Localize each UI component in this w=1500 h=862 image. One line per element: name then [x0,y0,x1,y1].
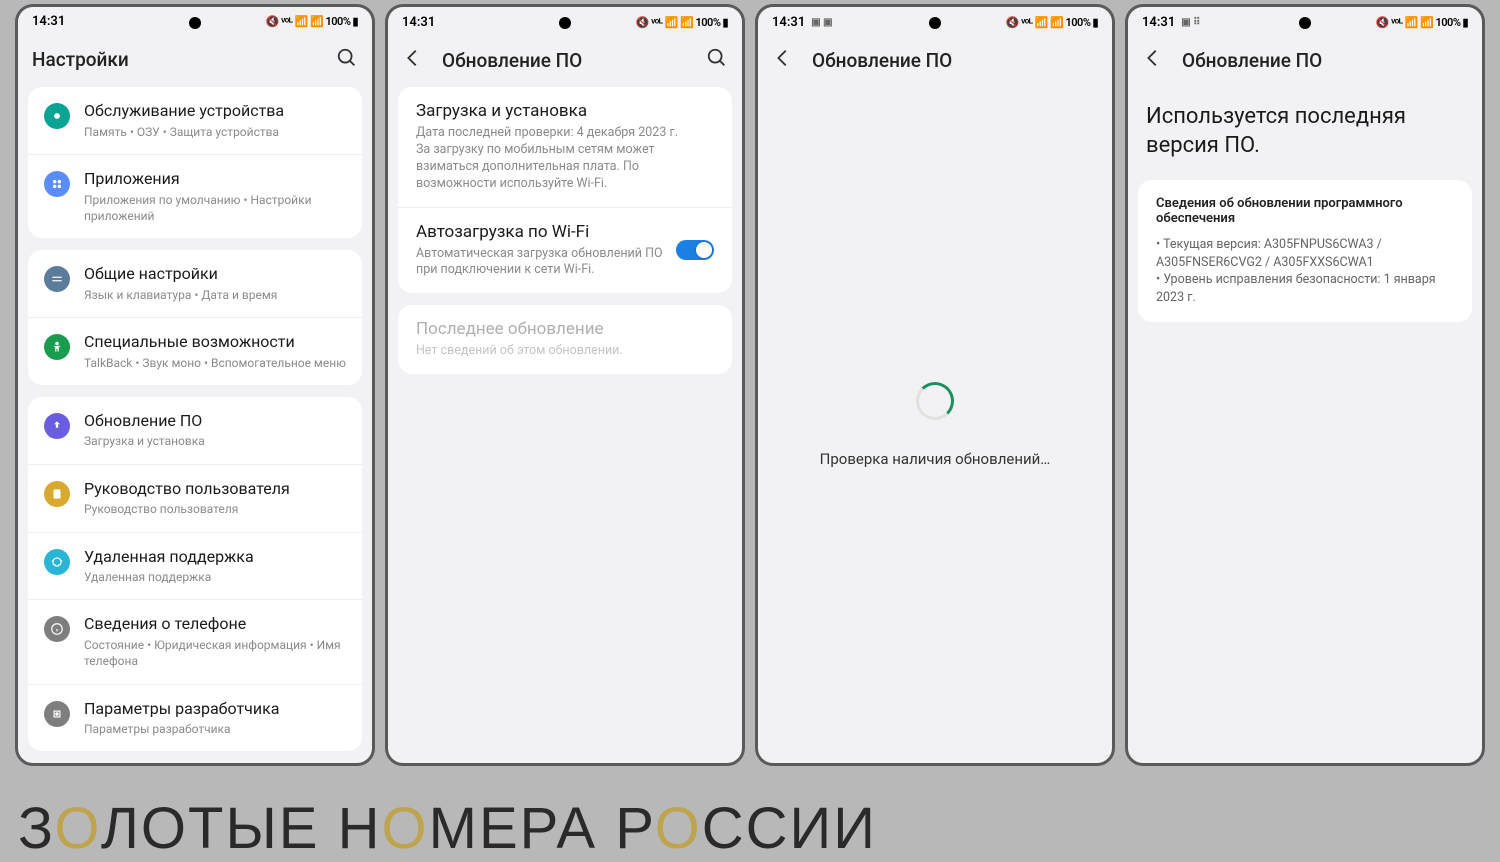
apps-icon [44,171,70,197]
status-time: 14:31 [1142,15,1175,30]
page-title: Обновление ПО [1182,49,1468,72]
dev-icon [44,701,70,727]
about-icon [44,616,70,642]
loading-area: Проверка наличия обновлений… [758,87,1112,763]
update-card-2: Последнее обновление Нет сведений об это… [398,305,732,374]
loading-text: Проверка наличия обновлений… [820,450,1051,468]
back-icon[interactable] [402,47,424,73]
watermark-text: ЗОЛОТЫЕ НОМЕРА РОССИИ [18,795,877,862]
status-bar: 14:31 🔇 ᵛᵒᴸ 📶 📶 100%▮ [18,7,372,37]
settings-about-phone[interactable]: Сведения о телефонеСостояние • Юридическ… [28,599,362,683]
wifi-toggle[interactable] [676,240,714,260]
spinner-icon [916,382,954,420]
status-indicators: 🔇 ᵛᵒᴸ 📶 📶 100%▮ [1376,16,1468,29]
manual-icon [44,481,70,507]
status-indicators: 🔇 ᵛᵒᴸ 📶 📶 100%▮ [1006,16,1098,29]
general-icon [44,266,70,292]
notif-icon: ▣ ⠿ [1181,17,1200,28]
settings-device-care[interactable]: Обслуживание устройстваПамять • ОЗУ • За… [28,87,362,154]
settings-accessibility[interactable]: Специальные возможностиTalkBack • Звук м… [28,317,362,385]
status-indicators: 🔇 ᵛᵒᴸ 📶 📶 100%▮ [636,16,728,29]
settings-software-update[interactable]: Обновление ПОЗагрузка и установка [28,397,362,464]
device-care-icon [44,103,70,129]
headline: Используется последняя версия ПО. [1128,87,1482,180]
header: Настройки [18,37,372,87]
status-time: 14:31 [402,15,435,30]
page-title: Обновление ПО [442,49,688,72]
support-icon [44,549,70,575]
header: Обновление ПО [388,37,742,87]
status-indicators: 🔇 ᵛᵒᴸ 📶 📶 100%▮ [266,15,358,28]
back-icon[interactable] [1142,47,1164,73]
status-bar: 14:31 🔇 ᵛᵒᴸ 📶 📶 100%▮ [388,7,742,37]
notif-icon: ▣ ▣ [811,17,832,28]
status-time: 14:31 [32,14,65,29]
page-title: Обновление ПО [812,49,1098,72]
update-icon [44,413,70,439]
settings-remote-support[interactable]: Удаленная поддержкаУдаленная поддержка [28,532,362,600]
back-icon[interactable] [772,47,794,73]
last-update: Последнее обновление Нет сведений об это… [398,305,732,374]
phone-update-checking: 14:31 ▣ ▣ 🔇 ᵛᵒᴸ 📶 📶 100%▮ Обновление ПО … [755,4,1115,766]
header: Обновление ПО [758,37,1112,87]
settings-developer-options[interactable]: Параметры разработчикаПараметры разработ… [28,684,362,751]
accessibility-icon [44,334,70,360]
info-title: Сведения об обновлении программного обес… [1156,196,1454,226]
search-icon[interactable] [336,47,358,73]
header: Обновление ПО [1128,37,1482,87]
settings-group-2: Общие настройкиЯзык и клавиатура • Дата … [28,250,362,385]
security-patch: • Уровень исправления безопасности: 1 ян… [1156,271,1454,306]
settings-general[interactable]: Общие настройкиЯзык и клавиатура • Дата … [28,250,362,317]
download-install[interactable]: Загрузка и установка Дата последней пров… [398,87,732,207]
phone-update-menu: 14:31 🔇 ᵛᵒᴸ 📶 📶 100%▮ Обновление ПО Загр… [385,4,745,766]
settings-group-3: Обновление ПОЗагрузка и установка Руково… [28,397,362,751]
settings-group-1: Обслуживание устройстваПамять • ОЗУ • За… [28,87,362,238]
auto-wifi-download[interactable]: Автозагрузка по Wi-Fi Автоматическая заг… [398,207,732,294]
software-info-card: Сведения об обновлении программного обес… [1138,180,1472,322]
status-time: 14:31 [772,15,805,30]
status-bar: 14:31 ▣ ⠿ 🔇 ᵛᵒᴸ 📶 📶 100%▮ [1128,7,1482,37]
status-bar: 14:31 ▣ ▣ 🔇 ᵛᵒᴸ 📶 📶 100%▮ [758,7,1112,37]
page-title: Настройки [32,48,318,71]
settings-apps[interactable]: ПриложенияПриложения по умолчанию • Наст… [28,154,362,238]
phone-update-latest: 14:31 ▣ ⠿ 🔇 ᵛᵒᴸ 📶 📶 100%▮ Обновление ПО … [1125,4,1485,766]
current-version: • Текущая версия: A305FNPUS6CWA3 / A305F… [1156,236,1454,271]
phone-settings: 14:31 🔇 ᵛᵒᴸ 📶 📶 100%▮ Настройки Обслужив… [15,4,375,766]
search-icon[interactable] [706,47,728,73]
settings-user-manual[interactable]: Руководство пользователяРуководство поль… [28,464,362,532]
update-card-1: Загрузка и установка Дата последней пров… [398,87,732,293]
